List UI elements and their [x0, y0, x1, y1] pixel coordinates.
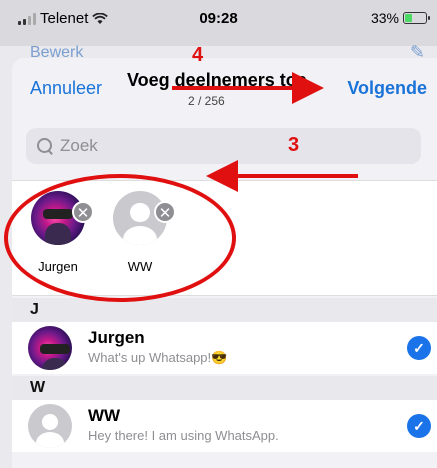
annotation-label-3: 3	[288, 134, 300, 156]
contact-status: What's up Whatsapp!😎	[88, 350, 228, 365]
next-button[interactable]: Volgende	[347, 78, 427, 99]
page-title: Voeg deelnemers toe	[127, 70, 307, 90]
contact-status: Hey there! I am using WhatsApp.	[88, 428, 279, 443]
section-header-j: J	[12, 298, 437, 322]
nav-bar: Annuleer Voeg deelnemers toe 2 / 256 Vol…	[12, 58, 437, 120]
participant-count: 2 / 256	[188, 94, 225, 108]
contact-name: Jurgen	[88, 328, 145, 347]
list-item-jurgen[interactable]: Jurgen What's up Whatsapp!😎 ✓	[12, 322, 437, 374]
checkmark-icon[interactable]: ✓	[407, 336, 431, 360]
battery-icon	[403, 12, 430, 24]
annotation-label-4: 4	[192, 44, 204, 66]
annotation-circle	[4, 174, 236, 302]
list-item-ww[interactable]: WW Hey there! I am using WhatsApp. ✓	[12, 400, 437, 452]
status-right: 33%	[370, 10, 430, 26]
status-bar: Telenet 09:28 33%	[0, 0, 437, 46]
search-placeholder: Zoek	[60, 136, 98, 155]
checkmark-icon[interactable]: ✓	[407, 414, 431, 438]
avatar	[28, 326, 72, 370]
search-input[interactable]: Zoek	[26, 128, 421, 164]
avatar	[28, 404, 72, 448]
cancel-button[interactable]: Annuleer	[30, 78, 102, 99]
section-header-w: W	[12, 376, 437, 400]
battery-percent: 33%	[370, 10, 399, 26]
contact-name: WW	[88, 406, 121, 425]
search-icon	[36, 137, 54, 155]
